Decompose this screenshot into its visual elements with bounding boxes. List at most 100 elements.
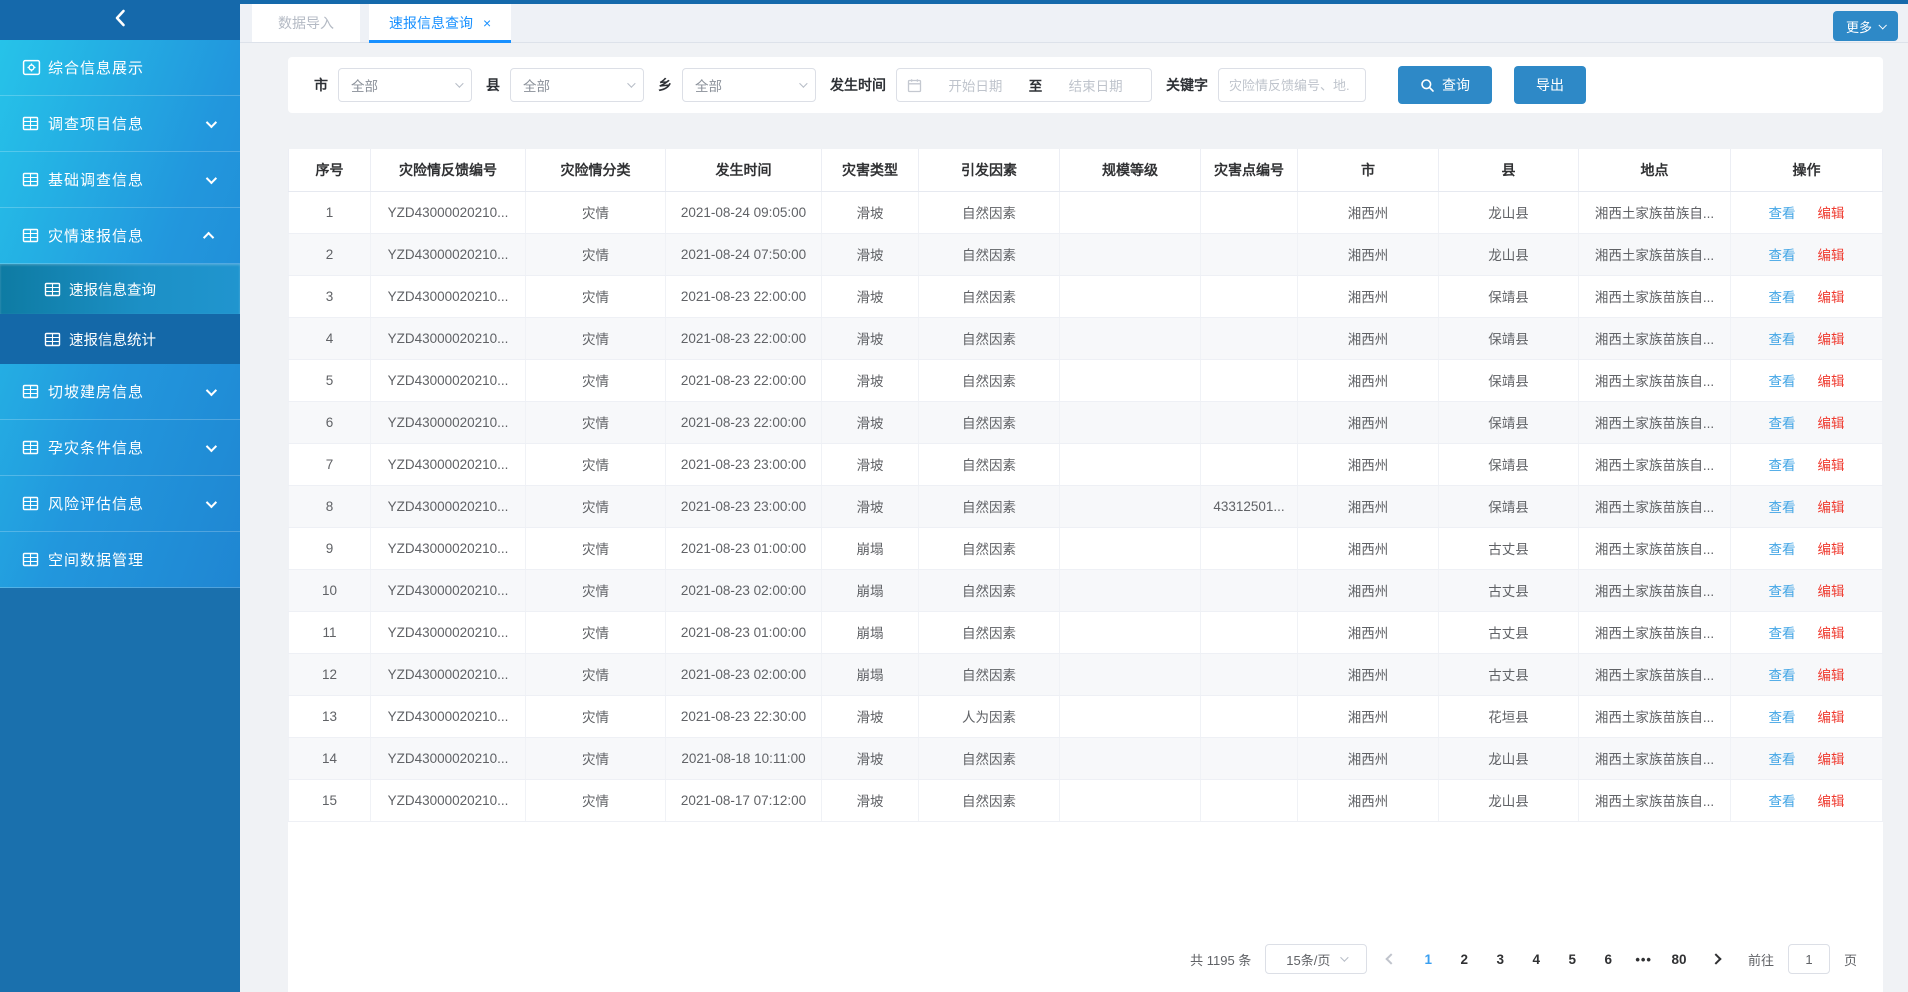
view-link[interactable]: 查看 — [1769, 458, 1796, 473]
sidebar-item[interactable]: 孕灾条件信息 — [0, 420, 240, 476]
cell-time: 2021-08-23 22:00:00 — [666, 317, 822, 359]
cell-point — [1201, 779, 1298, 821]
sidebar-item[interactable]: 风险评估信息 — [0, 476, 240, 532]
page-number-button[interactable]: 1 — [1415, 952, 1441, 967]
city-select[interactable]: 全部 — [338, 68, 472, 102]
cell-no: 8 — [289, 485, 371, 527]
edit-link[interactable]: 编辑 — [1818, 752, 1845, 767]
page-number-button[interactable]: 5 — [1559, 952, 1585, 967]
cell-county: 龙山县 — [1439, 233, 1579, 275]
cell-place: 湘西土家族苗族自... — [1579, 779, 1731, 821]
chevron-down-icon — [206, 172, 217, 183]
page-number-button[interactable]: 3 — [1487, 952, 1513, 967]
town-select[interactable]: 全部 — [682, 68, 816, 102]
end-date-placeholder[interactable]: 结束日期 — [1050, 75, 1141, 95]
keyword-input[interactable] — [1218, 68, 1366, 102]
cell-factor: 自然因素 — [919, 737, 1060, 779]
cell-actions: 查看 编辑 — [1731, 527, 1883, 569]
view-link[interactable]: 查看 — [1769, 416, 1796, 431]
last-page-button[interactable]: 80 — [1666, 952, 1692, 967]
page-number-button[interactable]: 4 — [1523, 952, 1549, 967]
cell-actions: 查看 编辑 — [1731, 359, 1883, 401]
search-button[interactable]: 查询 — [1398, 66, 1492, 104]
column-header: 规模等级 — [1060, 149, 1201, 191]
cell-county: 保靖县 — [1439, 443, 1579, 485]
edit-link[interactable]: 编辑 — [1818, 248, 1845, 263]
more-pages-button[interactable]: ••• — [1635, 952, 1652, 967]
view-link[interactable]: 查看 — [1769, 374, 1796, 389]
cell-type: 滑坡 — [822, 191, 919, 233]
sidebar-item[interactable]: 切坡建房信息 — [0, 364, 240, 420]
cell-time: 2021-08-23 02:00:00 — [666, 569, 822, 611]
edit-link[interactable]: 编辑 — [1818, 290, 1845, 305]
view-link[interactable]: 查看 — [1769, 626, 1796, 641]
date-range-picker[interactable]: 开始日期 至 结束日期 — [896, 68, 1152, 102]
view-link[interactable]: 查看 — [1769, 752, 1796, 767]
edit-link[interactable]: 编辑 — [1818, 584, 1845, 599]
cell-place: 湘西土家族苗族自... — [1579, 191, 1731, 233]
cell-scale — [1060, 653, 1201, 695]
town-label: 乡 — [658, 75, 672, 95]
view-link[interactable]: 查看 — [1769, 206, 1796, 221]
view-link[interactable]: 查看 — [1769, 500, 1796, 515]
sidebar-item[interactable]: 调查项目信息 — [0, 96, 240, 152]
sidebar-collapse-button[interactable] — [0, 0, 240, 40]
cell-city: 湘西州 — [1298, 401, 1439, 443]
table-icon — [22, 227, 48, 244]
page-size-select[interactable]: 15条/页 — [1265, 944, 1367, 974]
table-row: 13YZD43000020210...灾情2021-08-23 22:30:00… — [289, 695, 1883, 737]
view-link[interactable]: 查看 — [1769, 794, 1796, 809]
cell-time: 2021-08-23 01:00:00 — [666, 527, 822, 569]
cell-code: YZD43000020210... — [371, 191, 526, 233]
view-link[interactable]: 查看 — [1769, 668, 1796, 683]
start-date-placeholder[interactable]: 开始日期 — [930, 75, 1021, 95]
view-link[interactable]: 查看 — [1769, 584, 1796, 599]
page-number-button[interactable]: 6 — [1595, 952, 1621, 967]
cell-place: 湘西土家族苗族自... — [1579, 359, 1731, 401]
view-link[interactable]: 查看 — [1769, 248, 1796, 263]
cell-type: 滑坡 — [822, 443, 919, 485]
sidebar-subitem[interactable]: 速报信息统计 — [0, 314, 240, 364]
more-button[interactable]: 更多 — [1833, 11, 1898, 41]
edit-link[interactable]: 编辑 — [1818, 206, 1845, 221]
cell-county: 龙山县 — [1439, 191, 1579, 233]
cell-county: 龙山县 — [1439, 737, 1579, 779]
export-button[interactable]: 导出 — [1514, 66, 1586, 104]
edit-link[interactable]: 编辑 — [1818, 710, 1845, 725]
edit-link[interactable]: 编辑 — [1818, 794, 1845, 809]
column-header: 发生时间 — [666, 149, 822, 191]
cell-code: YZD43000020210... — [371, 611, 526, 653]
edit-link[interactable]: 编辑 — [1818, 458, 1845, 473]
sidebar-item[interactable]: 空间数据管理 — [0, 532, 240, 588]
view-link[interactable]: 查看 — [1769, 542, 1796, 557]
goto-page-input[interactable] — [1788, 944, 1830, 974]
tab-data-import[interactable]: 数据导入 — [252, 4, 360, 42]
cell-type: 滑坡 — [822, 485, 919, 527]
next-page-button[interactable] — [1710, 953, 1721, 964]
edit-link[interactable]: 编辑 — [1818, 374, 1845, 389]
prev-page-button[interactable] — [1386, 953, 1397, 964]
edit-link[interactable]: 编辑 — [1818, 332, 1845, 347]
cell-classification: 灾情 — [526, 569, 666, 611]
edit-link[interactable]: 编辑 — [1818, 668, 1845, 683]
sidebar-item[interactable]: 综合信息展示 — [0, 40, 240, 96]
cell-scale — [1060, 359, 1201, 401]
cell-code: YZD43000020210... — [371, 275, 526, 317]
sidebar-item[interactable]: 灾情速报信息 — [0, 208, 240, 264]
county-select[interactable]: 全部 — [510, 68, 644, 102]
tab-report-query[interactable]: 速报信息查询 × — [369, 4, 511, 42]
column-header: 市 — [1298, 149, 1439, 191]
view-link[interactable]: 查看 — [1769, 710, 1796, 725]
edit-link[interactable]: 编辑 — [1818, 542, 1845, 557]
close-icon[interactable]: × — [483, 15, 491, 31]
edit-link[interactable]: 编辑 — [1818, 416, 1845, 431]
view-link[interactable]: 查看 — [1769, 290, 1796, 305]
view-link[interactable]: 查看 — [1769, 332, 1796, 347]
edit-link[interactable]: 编辑 — [1818, 500, 1845, 515]
sidebar-subitem[interactable]: 速报信息查询 — [0, 264, 240, 314]
cell-actions: 查看 编辑 — [1731, 653, 1883, 695]
sidebar-item[interactable]: 基础调查信息 — [0, 152, 240, 208]
cell-classification: 灾情 — [526, 275, 666, 317]
edit-link[interactable]: 编辑 — [1818, 626, 1845, 641]
page-number-button[interactable]: 2 — [1451, 952, 1477, 967]
